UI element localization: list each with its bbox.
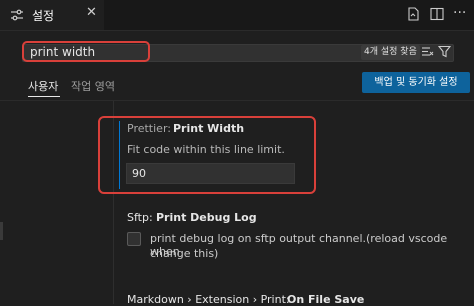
setting-category: Markdown › Extension › Print:: [127, 293, 290, 306]
search-annotation-highlight: [22, 41, 150, 62]
results-count-badge: 4개 설정 찾음: [361, 45, 420, 60]
print-debug-log-checkbox[interactable]: [127, 232, 141, 246]
settings-tab[interactable]: 설정 ✕: [0, 0, 104, 30]
tab-user[interactable]: 사용자: [28, 78, 58, 94]
setting-name: Print Width: [173, 122, 245, 135]
setting-description-line2: change this): [150, 247, 219, 260]
setting-name: On File Save: [287, 293, 365, 306]
active-tab-indicator: [28, 96, 60, 97]
settings-sliders-icon: [11, 9, 23, 21]
clear-filter-icon[interactable]: [421, 45, 434, 58]
setting-name: Print Debug Log: [156, 211, 257, 224]
backup-sync-button[interactable]: 백업 및 동기화 설정: [362, 72, 470, 93]
print-width-input[interactable]: [126, 163, 295, 184]
close-icon[interactable]: ✕: [86, 5, 97, 20]
setting-category: Prettier:: [127, 122, 171, 135]
setting-description: Fit code within this line limit.: [127, 143, 285, 156]
filter-icon[interactable]: [438, 45, 451, 58]
tab-workspace[interactable]: 작업 영역: [71, 78, 115, 94]
open-json-icon[interactable]: [406, 7, 420, 21]
tab-title: 설정: [32, 9, 55, 23]
more-actions-icon[interactable]: ···: [453, 5, 467, 21]
toc-scrollbar[interactable]: [0, 222, 3, 240]
editor-tab-bar: 설정 ✕ ···: [0, 0, 474, 31]
divider: [0, 100, 474, 101]
split-editor-icon[interactable]: [430, 7, 444, 21]
print-width-value[interactable]: 90: [132, 167, 146, 180]
setting-category: Sftp:: [127, 211, 153, 224]
